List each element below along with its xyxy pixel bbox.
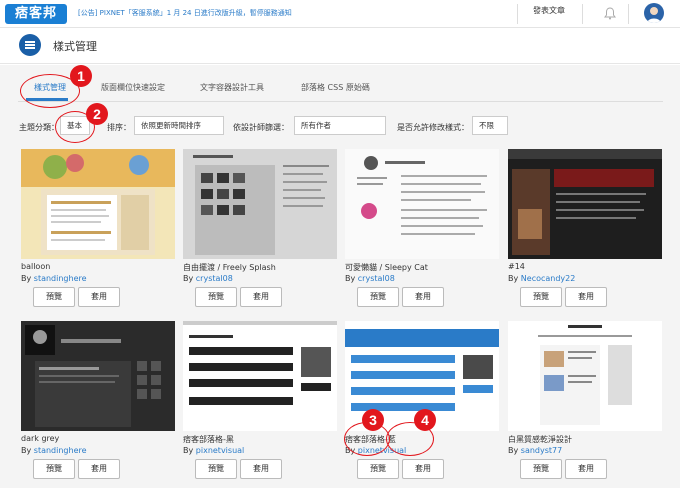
preview-button[interactable]: 預覽 [357, 459, 399, 479]
sort-label: 排序： [107, 123, 131, 132]
theme-card: #14 By Necocandy22 預覽 套用 [508, 149, 662, 315]
theme-title: 白黑質感乾淨設計 [508, 435, 572, 444]
apply-button[interactable]: 套用 [402, 459, 444, 479]
preview-button[interactable]: 預覽 [195, 287, 237, 307]
theme-card: 白黑質感乾淨設計 By sandyst77 預覽 套用 [508, 321, 662, 487]
theme-title: 自由擺渡 / Freely Splash [183, 263, 276, 272]
author-link[interactable]: standinghere [34, 446, 87, 455]
apply-button[interactable]: 套用 [240, 287, 282, 307]
apply-button[interactable]: 套用 [565, 287, 607, 307]
by-label: By [21, 274, 32, 283]
theme-author: By pixnetvisual [183, 446, 244, 455]
user-avatar[interactable] [644, 3, 664, 23]
theme-author: By standinghere [21, 446, 87, 455]
theme-title: balloon [21, 262, 51, 271]
theme-thumbnail-balloon[interactable] [21, 149, 175, 259]
main-content: 樣式管理 版面欄位快速設定 文字容器設計工具 部落格 CSS 原始碼 主題分類：… [0, 65, 680, 488]
hamburger-menu-icon[interactable] [19, 34, 41, 56]
theme-card: 可愛懶貓 / Sleepy Cat By crystal08 預覽 套用 [345, 149, 499, 315]
theme-title: 可愛懶貓 / Sleepy Cat [345, 263, 428, 272]
theme-author: By Necocandy22 [508, 274, 575, 283]
theme-thumbnail-sleepy-cat[interactable] [345, 149, 499, 259]
bell-icon[interactable] [604, 7, 616, 20]
theme-title: #14 [508, 262, 525, 271]
theme-card: balloon By standinghere 預覽 套用 [21, 149, 175, 315]
by-label: By [345, 274, 356, 283]
apply-button[interactable]: 套用 [565, 459, 607, 479]
theme-author: By crystal08 [183, 274, 233, 283]
annotation-badge-3: 3 [362, 409, 384, 431]
apply-button[interactable]: 套用 [240, 459, 282, 479]
theme-title: dark grey [21, 434, 60, 443]
sort-select[interactable]: 依照更新時間排序 [134, 116, 224, 135]
theme-card: 痞客部落格-藍 By pixnetvisual 預覽 套用 [345, 321, 499, 487]
tab-text-container-designer[interactable]: 文字容器設計工具 [200, 82, 264, 93]
annotation-badge-1: 1 [70, 65, 92, 87]
designer-label: 依設計師篩選： [233, 123, 289, 132]
theme-thumbnail-dark-grey[interactable] [21, 321, 175, 431]
tab-layout-quick-settings[interactable]: 版面欄位快速設定 [101, 82, 165, 93]
author-link[interactable]: sandyst77 [521, 446, 562, 455]
announcement-link[interactable]: [公告] PIXNET「客服系統」1 月 24 日進行改版升級，暫停服務通知 [78, 8, 292, 18]
theme-card: 痞客部落格-黑 By pixnetvisual 預覽 套用 [183, 321, 337, 487]
theme-thumbnail-pixnet-black[interactable] [183, 321, 337, 431]
by-label: By [21, 446, 32, 455]
preview-button[interactable]: 預覽 [357, 287, 399, 307]
by-label: By [508, 446, 519, 455]
theme-card: 自由擺渡 / Freely Splash By crystal08 預覽 套用 [183, 149, 337, 315]
by-label: By [508, 274, 519, 283]
author-link[interactable]: Necocandy22 [521, 274, 576, 283]
author-link[interactable]: standinghere [34, 274, 87, 283]
apply-button[interactable]: 套用 [402, 287, 444, 307]
theme-thumbnail-14[interactable] [508, 149, 662, 259]
annotation-badge-2: 2 [86, 103, 108, 125]
tab-blog-css-source[interactable]: 部落格 CSS 原始碼 [301, 82, 370, 93]
theme-card: dark grey By standinghere 預覽 套用 [21, 321, 175, 487]
annotation-badge-4: 4 [414, 409, 436, 431]
by-label: By [183, 274, 194, 283]
category-label: 主題分類： [19, 123, 59, 132]
author-link[interactable]: crystal08 [196, 274, 233, 283]
divider [582, 4, 583, 24]
divider [517, 4, 518, 24]
theme-thumbnail-freely-splash[interactable] [183, 149, 337, 259]
editable-select[interactable]: 不限 [472, 116, 508, 135]
page-title: 樣式管理 [53, 40, 97, 53]
pixnet-logo[interactable]: 痞客邦 [5, 4, 67, 24]
designer-select[interactable]: 所有作者 [294, 116, 386, 135]
theme-author: By standinghere [21, 274, 87, 283]
title-bar: 樣式管理 [0, 28, 680, 64]
preview-button[interactable]: 預覽 [33, 459, 75, 479]
top-bar: 痞客邦 [公告] PIXNET「客服系統」1 月 24 日進行改版升級，暫停服務… [0, 0, 680, 28]
publish-article-button[interactable]: 發表文章 [533, 5, 565, 16]
preview-button[interactable]: 預覽 [195, 459, 237, 479]
preview-button[interactable]: 預覽 [520, 459, 562, 479]
tab-divider [18, 101, 663, 102]
preview-button[interactable]: 預覽 [520, 287, 562, 307]
theme-title: 痞客部落格-黑 [183, 435, 234, 444]
author-link[interactable]: pixnetvisual [196, 446, 244, 455]
author-link[interactable]: crystal08 [358, 274, 395, 283]
preview-button[interactable]: 預覽 [33, 287, 75, 307]
apply-button[interactable]: 套用 [78, 287, 120, 307]
theme-author: By crystal08 [345, 274, 395, 283]
by-label: By [183, 446, 194, 455]
divider [628, 4, 629, 24]
theme-thumbnail-white-black-clean[interactable] [508, 321, 662, 431]
theme-author: By sandyst77 [508, 446, 562, 455]
apply-button[interactable]: 套用 [78, 459, 120, 479]
editable-label: 是否允許修改樣式： [397, 123, 469, 132]
